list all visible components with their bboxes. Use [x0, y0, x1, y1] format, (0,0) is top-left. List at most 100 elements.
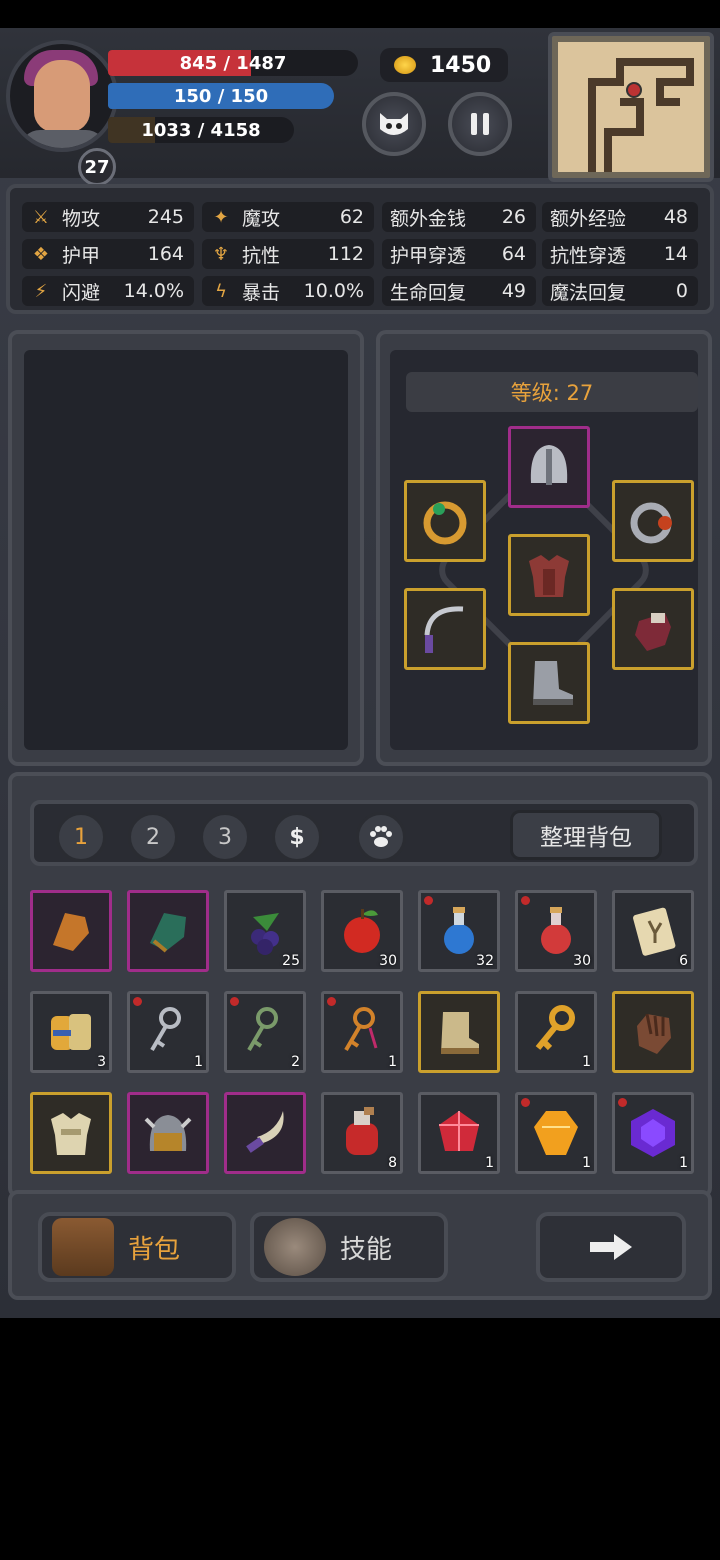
stat-crit: ϟ 暴击 10.0% — [202, 276, 374, 306]
inventory-slot[interactable]: 30 — [321, 890, 403, 972]
tab-page-2[interactable]: 2 — [128, 812, 178, 862]
stat-label: 护甲 — [62, 244, 101, 267]
berries-icon — [251, 913, 279, 955]
inventory-slot[interactable] — [612, 991, 694, 1073]
stat-value: 49 — [501, 280, 526, 302]
inventory-slot[interactable]: 1 — [515, 991, 597, 1073]
nav-bag-button[interactable]: 背包 — [38, 1212, 236, 1282]
paw-shield-icon: ❖ — [32, 243, 50, 265]
stat-label: 物攻 — [62, 207, 101, 230]
item-quantity: 1 — [582, 1054, 591, 1070]
stat-value: 164 — [147, 243, 184, 265]
inventory-slot[interactable] — [127, 1092, 209, 1174]
nav-skill-button[interactable]: 技能 — [250, 1212, 448, 1282]
stat-label: 魔法回复 — [550, 281, 627, 304]
stat-label: 额外经验 — [550, 207, 627, 230]
curved-dagger-icon — [246, 1111, 284, 1153]
character-preview-area — [24, 350, 348, 750]
stat-resist-pen: 抗性穿透 14 — [542, 239, 698, 269]
new-item-dot — [521, 1098, 530, 1107]
stat-label: 护甲穿透 — [390, 244, 467, 267]
equip-slot-helmet[interactable] — [508, 426, 590, 508]
inventory-slot[interactable]: 8 — [321, 1092, 403, 1174]
resist-icon: ♆ — [212, 243, 230, 265]
cloth-boots-icon — [441, 1012, 479, 1054]
equip-slot-boots[interactable] — [508, 642, 590, 724]
equip-slot-ring-left[interactable] — [404, 480, 486, 562]
equip-slot-gloves[interactable] — [612, 588, 694, 670]
stat-physical-attack: ⚔ 物攻 245 — [22, 202, 194, 232]
inventory-slot[interactable]: 32 — [418, 890, 500, 972]
inventory-slot[interactable] — [224, 1092, 306, 1174]
silver-key-icon — [150, 1007, 181, 1052]
inventory-slot[interactable]: 6 — [612, 890, 694, 972]
stat-hp-regen: 生命回复 49 — [382, 276, 536, 306]
next-button[interactable] — [536, 1212, 686, 1282]
equip-slot-weapon[interactable] — [404, 588, 486, 670]
stat-value: 245 — [147, 206, 184, 228]
stat-extra-gold: 额外金钱 26 — [382, 202, 536, 232]
orange-gem-icon — [534, 1111, 578, 1155]
equipment-level-label: 等级: 27 — [406, 372, 698, 412]
purple-gem-icon — [631, 1109, 675, 1157]
tab-page-3[interactable]: 3 — [200, 812, 250, 862]
equip-slot-ring-right[interactable] — [612, 480, 694, 562]
inventory-slot[interactable]: 1 — [127, 991, 209, 1073]
horned-helmet-icon — [144, 1115, 192, 1151]
stat-mp-regen: 魔法回复 0 — [542, 276, 698, 306]
item-quantity: 1 — [582, 1155, 591, 1171]
sickle-icon — [424, 606, 464, 653]
stat-resistance: ♆ 抗性 112 — [202, 239, 374, 269]
stat-value: 0 — [675, 280, 688, 302]
gold-ring-icon — [423, 501, 467, 545]
tab-page-1[interactable]: 1 — [56, 812, 106, 862]
equipment-panel: 等级: 27 — [376, 330, 712, 766]
green-key-icon — [247, 1007, 278, 1052]
sort-inventory-button[interactable]: 整理背包 — [510, 810, 662, 860]
lightning-icon: ϟ — [215, 280, 227, 302]
hp-text: 845 / 1487 — [179, 52, 287, 74]
tab-pet[interactable] — [356, 812, 406, 862]
armor-icon — [529, 555, 569, 597]
inventory-slot[interactable]: 1 — [418, 1092, 500, 1174]
stat-value: 14 — [663, 243, 688, 265]
item-quantity: 3 — [97, 1054, 106, 1070]
inventory-slot[interactable]: 25 — [224, 890, 306, 972]
stat-value: 14.0% — [123, 280, 184, 302]
equip-slot-armor[interactable] — [508, 534, 590, 616]
stat-dodge: ⚡ 闪避 14.0% — [22, 276, 194, 306]
inventory-slot[interactable] — [30, 1092, 112, 1174]
running-icon: ⚡ — [34, 280, 48, 302]
inventory-slot[interactable]: 30 — [515, 890, 597, 972]
avatar[interactable] — [6, 40, 118, 152]
inventory-slot[interactable]: 1 — [515, 1092, 597, 1174]
leather-glove-icon — [637, 1013, 671, 1054]
orange-key-icon — [344, 1007, 378, 1052]
pet-button[interactable] — [362, 92, 426, 156]
stat-label: 魔攻 — [242, 207, 281, 230]
new-item-dot — [230, 997, 239, 1006]
inventory-slot[interactable] — [418, 991, 500, 1073]
steel-boot-icon — [533, 661, 573, 705]
stat-magic-attack: ✦ 魔攻 62 — [202, 202, 374, 232]
paw-icon — [370, 826, 392, 847]
tab-shop[interactable]: $ — [272, 812, 322, 862]
helmet-icon — [530, 445, 568, 485]
inventory-slot[interactable] — [127, 890, 209, 972]
inventory-slot[interactable]: 2 — [224, 991, 306, 1073]
arrow-right-icon — [590, 1234, 632, 1260]
minimap[interactable] — [548, 32, 714, 182]
inventory-slot[interactable] — [30, 890, 112, 972]
pause-button[interactable] — [448, 92, 512, 156]
red-glove-icon — [635, 613, 671, 651]
stat-label: 闪避 — [62, 281, 101, 304]
item-quantity: 25 — [282, 953, 300, 969]
inventory-slot[interactable]: 1 — [612, 1092, 694, 1174]
cloth-armor-icon — [51, 1113, 91, 1155]
gauntlet-icon — [53, 913, 89, 951]
gold-coin-icon — [394, 56, 416, 74]
inventory-slot[interactable]: 1 — [321, 991, 403, 1073]
apple-icon — [344, 909, 380, 953]
nav-skill-label: 技能 — [340, 1234, 393, 1265]
inventory-slot[interactable]: 3 — [30, 991, 112, 1073]
